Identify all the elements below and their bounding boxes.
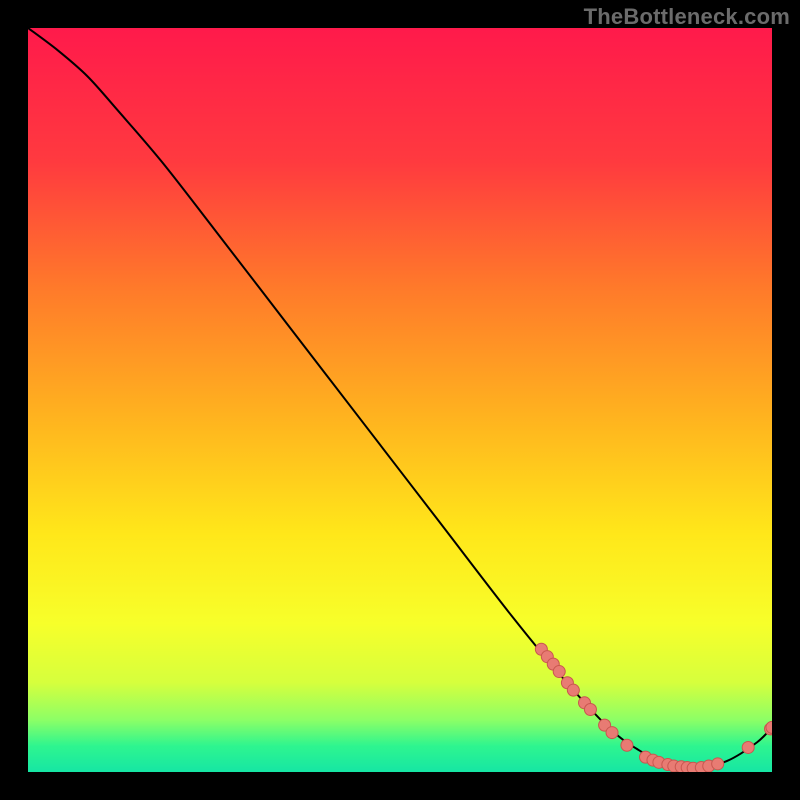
plot-area (28, 28, 772, 772)
data-point (584, 704, 596, 716)
data-point (606, 727, 618, 739)
data-point (621, 739, 633, 751)
data-point (567, 684, 579, 696)
data-point (742, 741, 754, 753)
bottleneck-chart (28, 28, 772, 772)
gradient-background (28, 28, 772, 772)
chart-stage: TheBottleneck.com (0, 0, 800, 800)
watermark-text: TheBottleneck.com (584, 4, 790, 30)
data-point (553, 666, 565, 678)
data-point (712, 758, 724, 770)
